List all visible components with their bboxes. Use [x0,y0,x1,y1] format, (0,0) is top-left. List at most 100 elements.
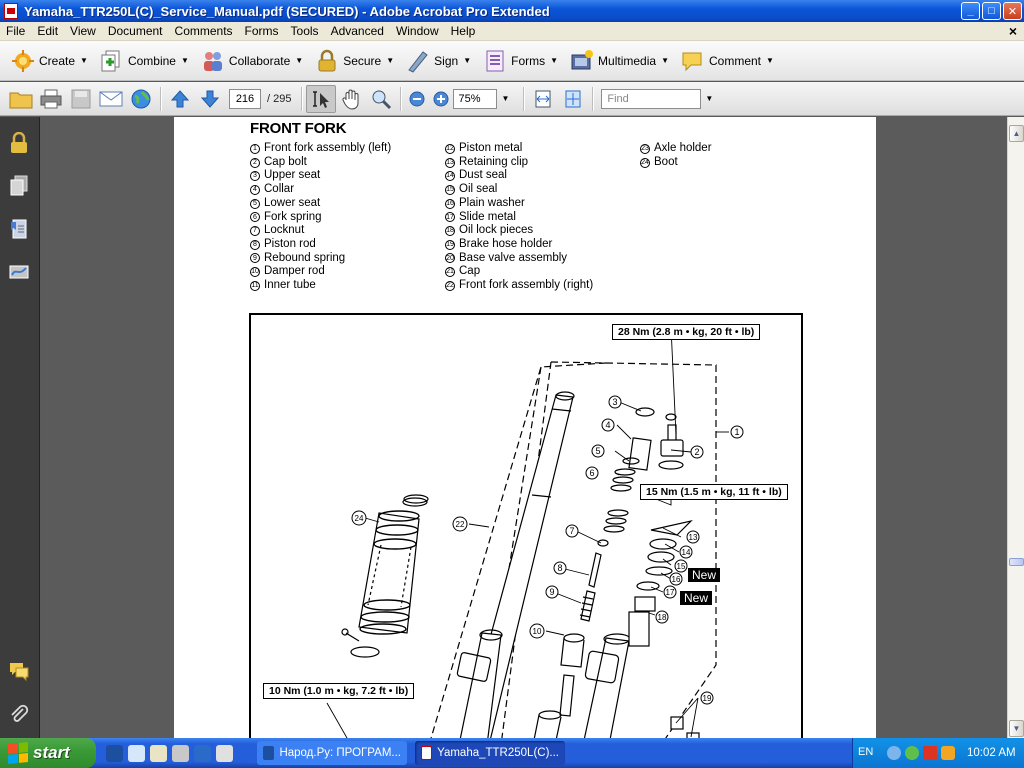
select-tool-button[interactable] [306,84,337,113]
marquee-zoom-button[interactable] [366,85,396,113]
browser-icon[interactable] [106,744,123,762]
document-view[interactable]: FRONT FORK 1 Front fork assembly (left) 2… [41,117,1007,738]
part-item: 19 Brake hose holder [445,238,593,252]
language-indicator[interactable]: EN [858,746,873,758]
menu-view[interactable]: View [64,24,102,38]
combine-label: Combine [127,53,176,68]
taskbar-item-browser[interactable]: Народ.Ру: ПРОГРАМ... [257,741,407,765]
multimedia-button[interactable]: Multimedia ▼ [567,46,676,76]
part-number: 2 [250,157,260,168]
callout-13: 13 [689,533,698,542]
desktop-icon[interactable] [150,744,167,762]
pages-icon[interactable] [8,175,30,197]
comments-list-icon[interactable] [8,660,30,682]
page-number-input[interactable]: 216 [229,88,261,109]
forms-button[interactable]: Forms ▼ [480,46,565,76]
scroll-up-button[interactable]: ▲ [1009,125,1024,142]
explorer-icon[interactable] [128,744,145,762]
part-label: Base valve assembly [459,251,568,264]
menu-comments[interactable]: Comments [169,24,239,38]
sign-button[interactable]: Sign ▼ [403,46,478,76]
maximize-button[interactable]: □ [982,2,1001,20]
minimize-button[interactable]: _ [961,2,980,20]
signatures-icon[interactable] [8,261,30,283]
part-number: 19 [445,239,455,250]
menu-bar: File Edit View Document Comments Forms T… [0,22,1024,41]
mail-icon[interactable] [172,744,189,762]
security-lock-icon[interactable] [8,132,30,154]
multimedia-icon [571,49,594,69]
antivirus-icon[interactable] [923,746,937,760]
part-label: Locknut [264,224,305,237]
zoom-in-button[interactable] [429,85,453,113]
page-total: / 295 [267,92,292,105]
fit-width-icon [535,90,551,107]
vertical-scrollbar[interactable]: ▲ ▼ [1007,117,1024,738]
word-icon[interactable] [194,744,211,762]
find-dropdown-chevron-icon[interactable]: ▼ [705,94,713,103]
menu-help[interactable]: Help [445,24,482,38]
part-number: 15 [445,184,455,195]
callout-7: 7 [569,526,574,536]
part-number: 9 [250,253,260,264]
part-label: Piston metal [459,142,523,154]
part-label: Retaining clip [459,155,529,168]
save-button[interactable] [66,85,96,113]
print-button[interactable] [36,85,66,113]
menu-forms[interactable]: Forms [239,24,285,38]
menu-advanced[interactable]: Advanced [325,24,390,38]
find-input[interactable]: Find [601,88,702,109]
menu-window[interactable]: Window [390,24,445,38]
comment-button[interactable]: Comment ▼ [678,46,781,76]
parts-list-column-2: 12 Piston metal 13 Retaining clip 14 Dust s… [445,142,593,293]
create-button[interactable]: Create ▼ [8,46,95,76]
menu-document[interactable]: Document [102,24,169,38]
bookmarks-icon[interactable] [8,218,30,240]
menu-file[interactable]: File [0,24,31,38]
document-close-button[interactable]: × [1009,23,1017,39]
close-button[interactable]: ✕ [1003,2,1022,20]
part-number: 21 [445,267,455,278]
previous-page-button[interactable] [165,85,195,113]
scroll-down-button[interactable]: ▼ [1009,720,1024,737]
start-button[interactable]: start [0,738,96,768]
zoom-dropdown-chevron-icon[interactable]: ▼ [501,94,509,103]
parts-list-column-3: 23 Axle holder 24 Boot [640,142,712,169]
fit-width-button[interactable] [528,85,558,113]
toolbar-separator [592,86,594,111]
network-icon[interactable] [887,746,901,760]
scrollbar-thumb[interactable] [1009,558,1024,566]
part-number: 4 [250,184,260,195]
torque-spec-bolt: 10 Nm (1.0 m • kg, 7.2 ft • lb) [263,683,415,699]
combine-button[interactable]: Combine ▼ [97,46,196,76]
toolbar-separator [301,86,303,111]
taskbar-item-acrobat[interactable]: Yamaha_TTR250L(C)... [415,741,565,765]
internet-explorer-icon[interactable] [216,744,233,762]
security-icon[interactable] [905,746,919,760]
window-title: Yamaha_TTR250L(C)_Service_Manual.pdf (SE… [24,3,550,19]
hand-tool-button[interactable] [336,85,366,113]
collaborate-button[interactable]: Collaborate ▼ [198,46,310,76]
part-item: 24 Boot [640,156,712,170]
front-fork-drawing: 1 2 3 4 5 6 7 8 9 10 13 14 15 16 17 18 1 [326,326,744,738]
lock-tray-icon[interactable] [941,746,955,760]
part-number: 12 [445,143,455,154]
part-item: 14 Dust seal [445,169,593,183]
next-page-button[interactable] [195,85,225,113]
web-button[interactable] [126,85,156,113]
taskbar-item-label: Yamaha_TTR250L(C)... [437,747,559,759]
open-button[interactable] [6,85,36,113]
collaborate-icon [203,51,222,71]
part-item: 16 Plain washer [445,197,593,211]
zoom-level-input[interactable]: 75% [453,88,498,109]
zoom-out-button[interactable] [405,85,429,113]
email-button[interactable] [96,85,126,113]
secure-button[interactable]: Secure ▼ [312,46,401,76]
create-icon [12,49,34,72]
fit-page-button[interactable] [558,85,588,113]
menu-edit[interactable]: Edit [31,24,64,38]
part-label: Oil seal [459,183,498,196]
menu-tools[interactable]: Tools [285,24,325,38]
attachments-paperclip-icon[interactable] [8,703,30,725]
callout-19: 19 [703,694,712,703]
